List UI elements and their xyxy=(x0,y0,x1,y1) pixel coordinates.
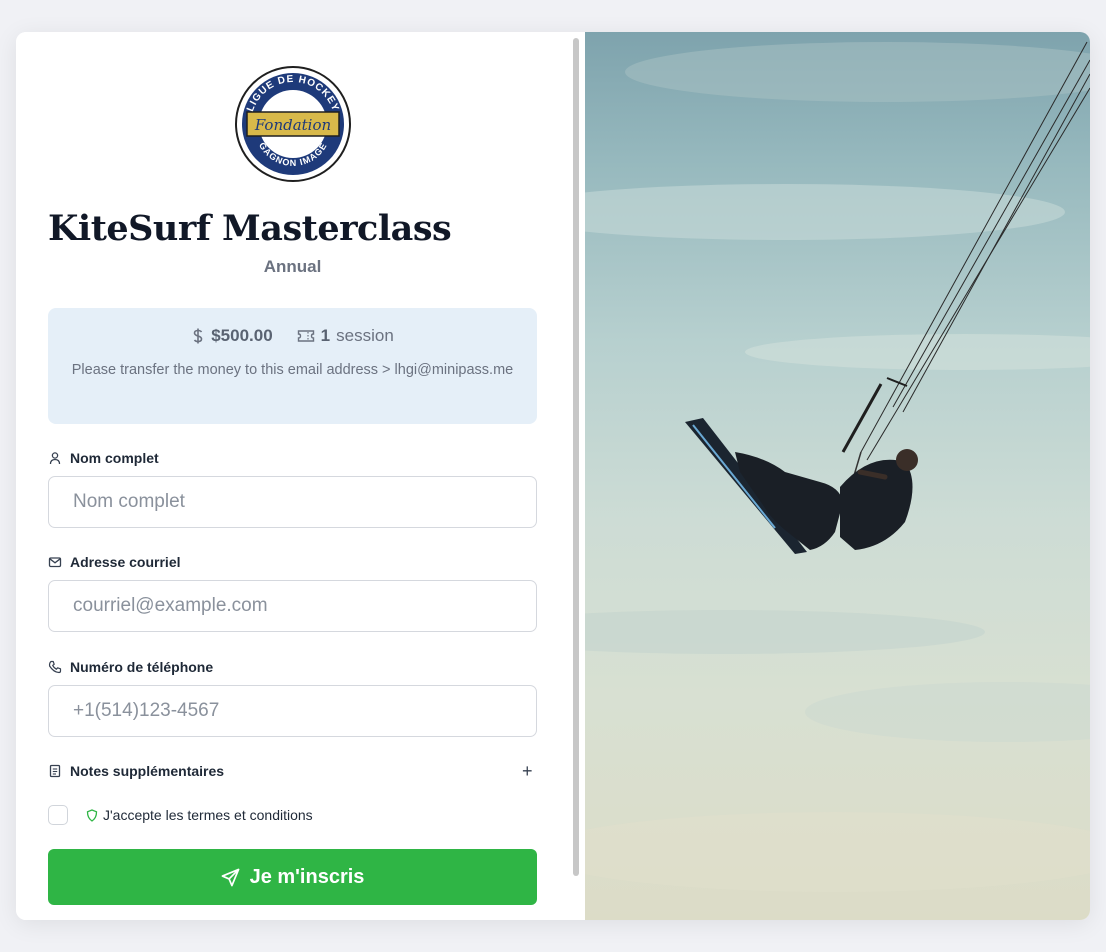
payment-note: Please transfer the money to this email … xyxy=(71,362,514,378)
logo-center-text: Fondation xyxy=(254,116,331,134)
photo-illustration xyxy=(585,41,1090,892)
email-label-text: Adresse courriel xyxy=(70,554,181,570)
scrollbar[interactable] xyxy=(573,38,579,876)
phone-icon xyxy=(48,660,62,674)
name-input[interactable] xyxy=(48,476,537,528)
terms-label[interactable]: J'accepte les termes et conditions xyxy=(86,807,313,823)
registration-card: LIGUE DE HOCKEY GAGNON IMAGE Fondation K… xyxy=(16,32,1090,920)
sessions-label: session xyxy=(336,326,394,345)
terms-label-text: J'accepte les termes et conditions xyxy=(103,807,313,823)
expand-notes-button[interactable]: + xyxy=(522,761,533,782)
name-label-text: Nom complet xyxy=(70,450,159,466)
terms-checkbox[interactable] xyxy=(48,805,68,825)
notes-label-text: Notes supplémentaires xyxy=(70,763,225,779)
email-input[interactable] xyxy=(48,580,537,632)
send-icon xyxy=(221,868,240,886)
foundation-logo: LIGUE DE HOCKEY GAGNON IMAGE Fondation xyxy=(235,66,351,182)
email-label: Adresse courriel xyxy=(48,554,181,570)
ticket-icon xyxy=(297,330,314,342)
dollar-icon xyxy=(193,328,203,344)
shield-icon xyxy=(86,808,98,822)
phone-input[interactable] xyxy=(48,685,537,737)
notes-icon xyxy=(49,764,61,778)
user-icon xyxy=(49,452,61,465)
name-label: Nom complet xyxy=(48,450,159,466)
mail-icon xyxy=(48,557,62,568)
page-title: KiteSurf Masterclass xyxy=(48,208,452,249)
form-panel: LIGUE DE HOCKEY GAGNON IMAGE Fondation K… xyxy=(16,32,585,920)
phone-label: Numéro de téléphone xyxy=(48,659,213,675)
sessions-count: 1 xyxy=(320,326,331,345)
notes-label[interactable]: Notes supplémentaires xyxy=(48,763,224,779)
submit-label: Je m'inscris xyxy=(249,865,365,888)
price-amount: $500.00 xyxy=(211,326,273,345)
kitesurfer-photo xyxy=(585,32,1090,920)
price-info-box: $500.00 1 session Please transfer the mo… xyxy=(48,308,537,424)
price-line: $500.00 1 session xyxy=(48,326,537,346)
submit-button[interactable]: Je m'inscris xyxy=(48,849,537,905)
phone-label-text: Numéro de téléphone xyxy=(70,659,214,675)
event-subtitle: Annual xyxy=(263,257,322,276)
